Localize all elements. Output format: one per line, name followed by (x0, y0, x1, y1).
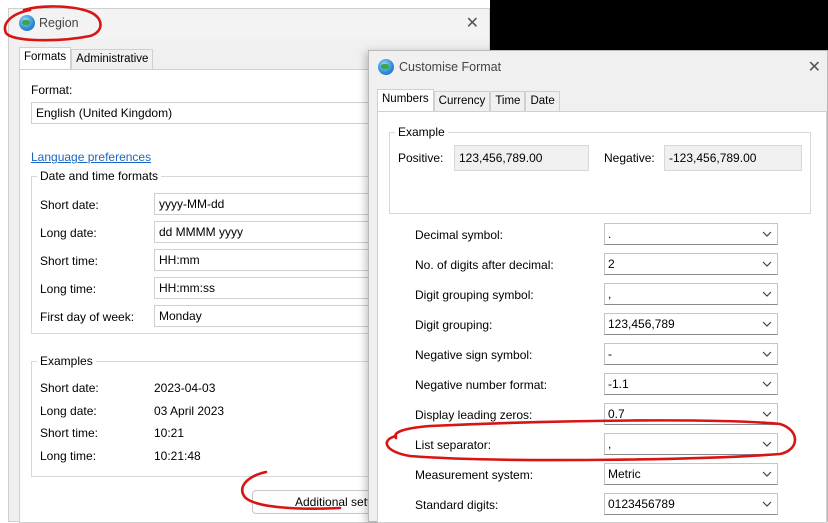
chevron-down-icon (762, 231, 772, 237)
customise-title: Customise Format (399, 60, 502, 74)
chevron-down-icon (762, 261, 772, 267)
long-date-label: Long date: (40, 226, 97, 240)
negative-sign-label: Negative sign symbol: (415, 348, 533, 362)
close-icon[interactable]: ✕ (808, 57, 821, 77)
digit-grouping-symbol-select[interactable]: , (604, 283, 778, 305)
negative-number-format-label: Negative number format: (415, 378, 548, 392)
long-time-label: Long time: (40, 282, 97, 296)
standard-digits-label: Standard digits: (415, 498, 499, 512)
chevron-down-icon (762, 411, 772, 417)
decimal-symbol-label: Decimal symbol: (415, 228, 504, 242)
tab-numbers[interactable]: Numbers (377, 89, 434, 111)
digits-after-decimal-select[interactable]: 2 (604, 253, 778, 275)
negative-number-format-value: -1.1 (608, 377, 629, 391)
tab-currency[interactable]: Currency (433, 91, 491, 111)
example-short-time-label: Short time: (40, 426, 99, 440)
chevron-down-icon (762, 321, 772, 327)
tab-administrative[interactable]: Administrative (71, 49, 154, 69)
example-long-date-value: 03 April 2023 (154, 404, 225, 418)
negative-label: Negative: (604, 151, 655, 165)
customise-format-window: Customise Format ✕ Numbers Currency Time… (368, 50, 828, 523)
digits-after-decimal-label: No. of digits after decimal: (415, 258, 554, 272)
example-long-date-label: Long date: (40, 404, 97, 418)
datetime-group-title: Date and time formats (37, 169, 162, 183)
customise-tabs: Numbers Currency Time Date (377, 89, 560, 111)
positive-example: 123,456,789.00 (454, 145, 589, 171)
chevron-down-icon (762, 441, 772, 447)
short-date-label: Short date: (40, 198, 99, 212)
format-label: Format: (31, 83, 73, 97)
tab-time[interactable]: Time (490, 91, 526, 111)
globe-icon (378, 59, 394, 75)
region-title: Region (39, 16, 79, 30)
short-time-label: Short time: (40, 254, 99, 268)
example-short-date-label: Short date: (40, 381, 99, 395)
tab-date[interactable]: Date (525, 91, 560, 111)
list-separator-select[interactable]: , (604, 433, 778, 455)
example-long-time-label: Long time: (40, 449, 97, 463)
negative-number-format-select[interactable]: -1.1 (604, 373, 778, 395)
measurement-system-label: Measurement system: (415, 468, 534, 482)
measurement-system-value: Metric (608, 467, 641, 481)
examples-group-title: Examples (37, 354, 96, 368)
chevron-down-icon (762, 471, 772, 477)
leading-zeros-select[interactable]: 0.7 (604, 403, 778, 425)
chevron-down-icon (762, 291, 772, 297)
tab-formats[interactable]: Formats (19, 47, 72, 69)
digits-after-decimal-value: 2 (608, 257, 615, 271)
numbers-pane: Example Positive: 123,456,789.00 Negativ… (377, 111, 827, 523)
example-short-date-value: 2023-04-03 (154, 381, 216, 395)
digit-grouping-value: 123,456,789 (608, 317, 675, 331)
negative-sign-select[interactable]: - (604, 343, 778, 365)
digit-grouping-label: Digit grouping: (415, 318, 493, 332)
digit-grouping-select[interactable]: 123,456,789 (604, 313, 778, 335)
negative-sign-value: - (608, 347, 612, 361)
example-long-time-value: 10:21:48 (154, 449, 201, 463)
decimal-symbol-value: . (608, 227, 612, 241)
digit-grouping-symbol-label: Digit grouping symbol: (415, 288, 534, 302)
example-short-time-value: 10:21 (154, 426, 185, 440)
list-separator-label: List separator: (415, 438, 492, 452)
measurement-system-select[interactable]: Metric (604, 463, 778, 485)
digit-grouping-symbol-value: , (608, 287, 612, 301)
leading-zeros-label: Display leading zeros: (415, 408, 533, 422)
close-icon[interactable]: ✕ (466, 13, 479, 33)
leading-zeros-value: 0.7 (608, 407, 625, 421)
list-separator-value: , (608, 437, 612, 451)
language-preferences-link[interactable]: Language preferences (31, 150, 151, 164)
chevron-down-icon (762, 351, 772, 357)
decimal-symbol-select[interactable]: . (604, 223, 778, 245)
globe-icon (19, 15, 35, 31)
negative-example: -123,456,789.00 (664, 145, 802, 171)
standard-digits-value: 0123456789 (608, 497, 675, 511)
first-day-label: First day of week: (40, 310, 135, 324)
chevron-down-icon (762, 381, 772, 387)
positive-label: Positive: (398, 151, 444, 165)
standard-digits-select[interactable]: 0123456789 (604, 493, 778, 515)
region-tabs: Formats Administrative (19, 47, 154, 69)
example-group-title: Example (395, 125, 448, 139)
region-titlebar: Region ✕ (9, 9, 489, 39)
chevron-down-icon (762, 501, 772, 507)
